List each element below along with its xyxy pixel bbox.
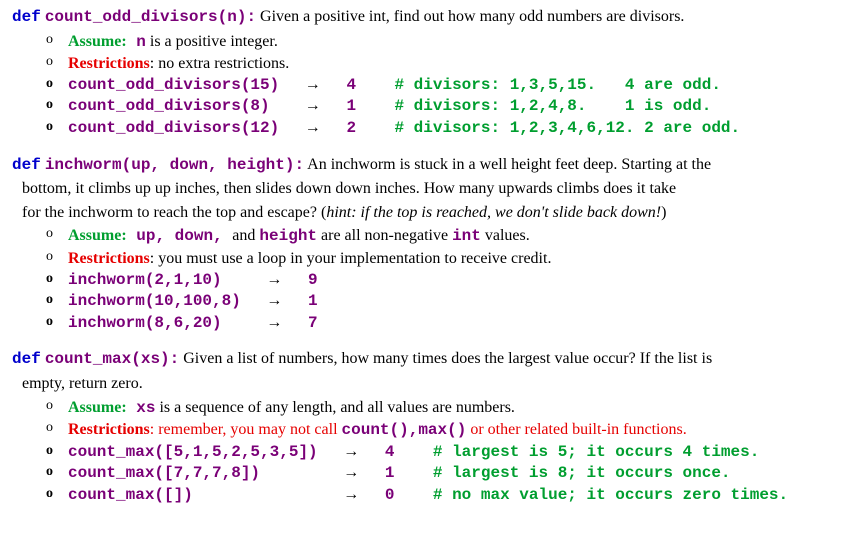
example-comment: # divisors: 1,2,4,8. 1 is odd. bbox=[356, 97, 711, 115]
function-block-count-max: def count_max(xs): Given a list of numbe… bbox=[12, 348, 847, 506]
arrow-icon: → bbox=[270, 97, 347, 115]
example-comment: # divisors: 1,3,5,15. 4 are odd. bbox=[356, 76, 721, 94]
example-result: 9 bbox=[308, 271, 318, 289]
arrow-icon: → bbox=[222, 314, 308, 332]
restrict-text: : no extra restrictions. bbox=[150, 55, 290, 72]
assume-line: Assume: up, down, and height are all non… bbox=[46, 225, 847, 248]
description-line: empty, return zero. bbox=[22, 373, 847, 395]
example-call: count_odd_divisors(12) bbox=[68, 119, 279, 137]
arrow-icon: → bbox=[279, 119, 346, 137]
example-call: count_max([7,7,7,8]) bbox=[68, 464, 260, 482]
restrictions-line: Restrictions: remember, you may not call… bbox=[46, 419, 847, 442]
signature-line: def count_odd_divisors(n): Given a posit… bbox=[12, 6, 847, 29]
assume-line: Assume: n is a positive integer. bbox=[46, 31, 847, 54]
example-call: count_max([5,1,5,2,5,3,5]) bbox=[68, 443, 318, 461]
bullet-list: Assume: up, down, and height are all non… bbox=[46, 225, 847, 334]
example-comment: # divisors: 1,2,3,4,6,12. 2 are odd. bbox=[356, 119, 740, 137]
restrictions-line: Restrictions: no extra restrictions. bbox=[46, 53, 847, 75]
arrow-icon: → bbox=[279, 76, 346, 94]
assume-text: is a sequence of any length, and all val… bbox=[155, 399, 514, 416]
function-block-inchworm: def inchworm(up, down, height): An inchw… bbox=[12, 154, 847, 335]
example-comment: # largest is 5; it occurs 4 times. bbox=[394, 443, 759, 461]
keyword-def: def bbox=[12, 156, 41, 174]
description-line: bottom, it climbs up up inches, then sli… bbox=[22, 178, 847, 200]
keyword-def: def bbox=[12, 8, 41, 26]
example-row: count_max([5,1,5,2,5,3,5]) → 4 # largest… bbox=[46, 442, 847, 464]
arrow-icon: → bbox=[260, 464, 385, 482]
example-row: inchworm(8,6,20) → 7 bbox=[46, 313, 847, 335]
example-row: count_odd_divisors(8) → 1 # divisors: 1,… bbox=[46, 96, 847, 118]
restrict-label: Restrictions bbox=[68, 421, 150, 438]
example-result: 2 bbox=[346, 119, 356, 137]
signature-line: def count_max(xs): Given a list of numbe… bbox=[12, 348, 847, 371]
example-result: 4 bbox=[346, 76, 356, 94]
function-name: count_max bbox=[45, 350, 131, 368]
example-call: count_odd_divisors(15) bbox=[68, 76, 279, 94]
description: Given a list of numbers, how many times … bbox=[179, 350, 712, 367]
arrow-icon: → bbox=[222, 271, 308, 289]
restrict-label: Restrictions bbox=[68, 55, 150, 72]
description: An inchworm is stuck in a well height fe… bbox=[304, 156, 711, 173]
example-row: count_odd_divisors(15) → 4 # divisors: 1… bbox=[46, 75, 847, 97]
keyword-def: def bbox=[12, 350, 41, 368]
assume-text: values. bbox=[481, 227, 530, 244]
bullet-list: Assume: xs is a sequence of any length, … bbox=[46, 397, 847, 507]
params: (up, down, height): bbox=[122, 156, 304, 174]
example-call: inchworm(2,1,10) bbox=[68, 271, 222, 289]
params: (n): bbox=[218, 8, 256, 26]
example-comment: # largest is 8; it occurs once. bbox=[394, 464, 730, 482]
assume-code: height bbox=[259, 227, 317, 245]
restrict-text: : remember, you may not call bbox=[150, 421, 342, 438]
assume-label: Assume: bbox=[68, 227, 127, 244]
assume-label: Assume: bbox=[68, 399, 127, 416]
function-name: count_odd_divisors bbox=[45, 8, 218, 26]
arrow-icon: → bbox=[241, 292, 308, 310]
bullet-list: Assume: n is a positive integer. Restric… bbox=[46, 31, 847, 140]
restrict-text: or other related built-in functions. bbox=[466, 421, 686, 438]
example-comment: # no max value; it occurs zero times. bbox=[394, 486, 788, 504]
description: Given a positive int, find out how many … bbox=[256, 8, 684, 25]
arrow-icon: → bbox=[193, 486, 385, 504]
example-call: count_odd_divisors(8) bbox=[68, 97, 270, 115]
example-result: 1 bbox=[308, 292, 318, 310]
example-call: count_max([]) bbox=[68, 486, 193, 504]
example-row: count_max([7,7,7,8]) → 1 # largest is 8;… bbox=[46, 463, 847, 485]
restrict-code: count(),max() bbox=[342, 421, 467, 439]
hint-text: hint: if the top is reached, we don't sl… bbox=[326, 204, 661, 221]
assume-text: and bbox=[232, 227, 259, 244]
signature-line: def inchworm(up, down, height): An inchw… bbox=[12, 154, 847, 177]
restrict-text: : you must use a loop in your implementa… bbox=[150, 250, 552, 267]
assume-label: Assume: bbox=[68, 33, 127, 50]
function-name: inchworm bbox=[45, 156, 122, 174]
example-call: inchworm(10,100,8) bbox=[68, 292, 241, 310]
assume-code: xs bbox=[127, 399, 156, 417]
assume-text: are all non-negative bbox=[317, 227, 452, 244]
example-call: inchworm(8,6,20) bbox=[68, 314, 222, 332]
assume-text: is a positive integer. bbox=[146, 33, 278, 50]
function-block-count-odd-divisors: def count_odd_divisors(n): Given a posit… bbox=[12, 6, 847, 140]
example-result: 7 bbox=[308, 314, 318, 332]
restrictions-line: Restrictions: you must use a loop in you… bbox=[46, 248, 847, 270]
example-result: 1 bbox=[346, 97, 356, 115]
example-row: inchworm(10,100,8) → 1 bbox=[46, 291, 847, 313]
example-row: count_max([]) → 0 # no max value; it occ… bbox=[46, 485, 847, 507]
assume-code: int bbox=[452, 227, 481, 245]
example-row: inchworm(2,1,10) → 9 bbox=[46, 270, 847, 292]
assume-code: up, down, bbox=[127, 227, 233, 245]
params: (xs): bbox=[131, 350, 179, 368]
description-line: for the inchworm to reach the top and es… bbox=[22, 202, 847, 224]
arrow-icon: → bbox=[318, 443, 385, 461]
assume-code: n bbox=[127, 33, 146, 51]
assume-line: Assume: xs is a sequence of any length, … bbox=[46, 397, 847, 420]
restrict-label: Restrictions bbox=[68, 250, 150, 267]
example-row: count_odd_divisors(12) → 2 # divisors: 1… bbox=[46, 118, 847, 140]
